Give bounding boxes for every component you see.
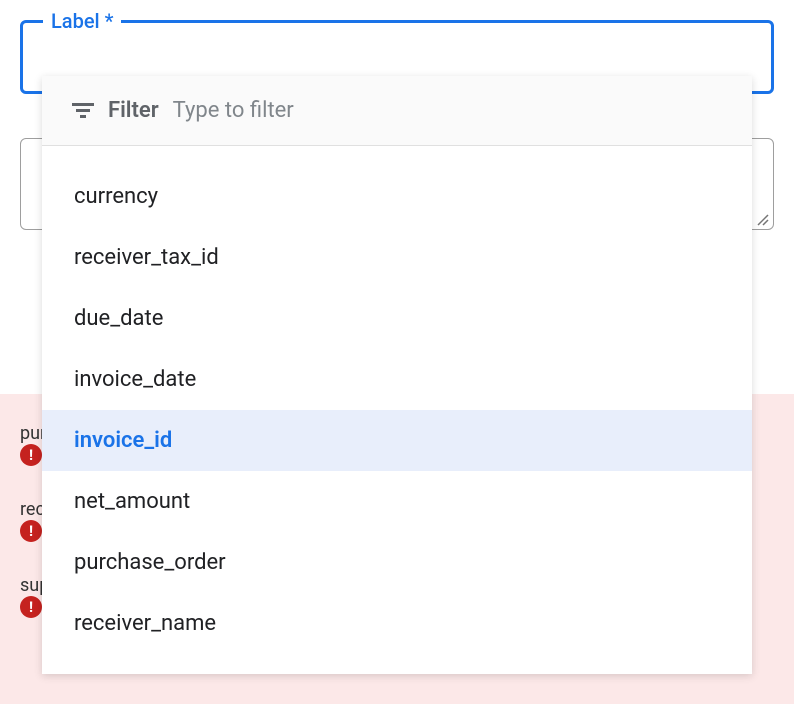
filter-row[interactable]: Filter Type to filter (42, 76, 752, 146)
error-icon: ! (20, 596, 42, 618)
error-icon: ! (20, 520, 42, 542)
filter-icon (72, 101, 94, 121)
dropdown-item-purchase-order[interactable]: purchase_order (42, 532, 752, 593)
dropdown-item-invoice-date[interactable]: invoice_date (42, 349, 752, 410)
dropdown-item-due-date[interactable]: due_date (42, 288, 752, 349)
dropdown-list: currency receiver_tax_id due_date invoic… (42, 146, 752, 674)
filter-label: Filter (108, 98, 159, 123)
dropdown-item-invoice-id[interactable]: invoice_id (42, 410, 752, 471)
dropdown-item-receiver-tax-id[interactable]: receiver_tax_id (42, 227, 752, 288)
filter-placeholder: Type to filter (173, 98, 294, 123)
error-icon: ! (20, 444, 42, 466)
label-dropdown: Filter Type to filter currency receiver_… (42, 76, 752, 674)
dropdown-item-receiver-name[interactable]: receiver_name (42, 593, 752, 654)
resize-handle-icon[interactable] (756, 212, 770, 226)
dropdown-item-net-amount[interactable]: net_amount (42, 471, 752, 532)
dropdown-item-currency[interactable]: currency (42, 166, 752, 227)
label-field-label: Label * (43, 9, 121, 33)
